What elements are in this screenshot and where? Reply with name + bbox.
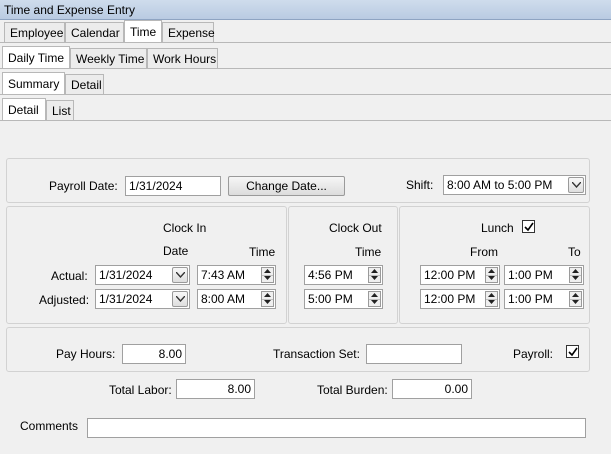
comments-label: Comments bbox=[20, 419, 79, 433]
adjusted-clock-in-time[interactable]: 8:00 AM bbox=[197, 289, 276, 309]
clock-in-title: Clock In bbox=[163, 221, 207, 235]
time-spinner[interactable] bbox=[261, 291, 274, 307]
chevron-down-icon[interactable] bbox=[172, 291, 188, 307]
checkmark-icon bbox=[568, 347, 578, 357]
time-spinner[interactable] bbox=[368, 267, 381, 283]
spin-down-icon[interactable] bbox=[369, 299, 380, 306]
actual-clock-out-time[interactable]: 4:56 PM bbox=[304, 265, 383, 285]
actual-clock-out-time-value: 4:56 PM bbox=[308, 268, 353, 282]
date-header: Date bbox=[163, 244, 189, 258]
pay-hours-field[interactable]: 8.00 bbox=[122, 344, 186, 364]
transaction-set-label: Transaction Set: bbox=[273, 347, 360, 361]
total-labor-field[interactable]: 8.00 bbox=[176, 379, 255, 399]
tab-expense[interactable]: Expense bbox=[162, 22, 215, 42]
tab-weekly-time[interactable]: Weekly Time bbox=[70, 48, 147, 68]
tab-summary[interactable]: Summary bbox=[2, 72, 65, 94]
tab-employee[interactable]: Employee bbox=[4, 22, 65, 42]
tab-list[interactable]: List bbox=[46, 100, 74, 120]
actual-clock-in-time-value: 7:43 AM bbox=[201, 268, 246, 282]
adjusted-clock-out-time-value: 5:00 PM bbox=[308, 292, 353, 306]
tab-detail-sub[interactable]: Detail bbox=[2, 98, 46, 120]
checkmark-icon bbox=[524, 222, 534, 232]
spin-down-icon[interactable] bbox=[486, 299, 497, 306]
spin-down-icon[interactable] bbox=[262, 299, 273, 306]
actual-clock-in-date-value: 1/31/2024 bbox=[99, 268, 153, 282]
total-labor-label: Total Labor: bbox=[109, 383, 172, 397]
total-burden-field[interactable]: 0.00 bbox=[392, 379, 472, 399]
actual-lunch-to-value: 1:00 PM bbox=[508, 268, 553, 282]
payroll-date-field[interactable]: 1/31/2024 bbox=[125, 176, 221, 196]
adjusted-lunch-from-value: 12:00 PM bbox=[424, 292, 476, 306]
lunch-to-header: To bbox=[568, 245, 581, 259]
spin-down-icon[interactable] bbox=[262, 275, 273, 282]
actual-clock-in-date[interactable]: 1/31/2024 bbox=[95, 265, 190, 285]
shift-select[interactable]: 8:00 AM to 5:00 PM bbox=[443, 175, 586, 195]
lunch-checkbox[interactable] bbox=[522, 220, 535, 233]
adjusted-label: Adjusted: bbox=[39, 293, 90, 307]
spin-down-icon[interactable] bbox=[486, 275, 497, 282]
adjusted-lunch-to-value: 1:00 PM bbox=[508, 292, 553, 306]
lunch-title: Lunch bbox=[481, 221, 514, 235]
actual-clock-in-time[interactable]: 7:43 AM bbox=[197, 265, 276, 285]
time-spinner[interactable] bbox=[368, 291, 381, 307]
tab-calendar[interactable]: Calendar bbox=[65, 22, 124, 42]
comments-field[interactable] bbox=[87, 418, 586, 438]
adjusted-clock-out-time[interactable]: 5:00 PM bbox=[304, 289, 383, 309]
spin-down-icon[interactable] bbox=[570, 299, 581, 306]
window-title: Time and Expense Entry bbox=[4, 3, 135, 17]
change-date-button[interactable]: Change Date... bbox=[228, 176, 345, 196]
time-spinner[interactable] bbox=[261, 267, 274, 283]
tab-detail[interactable]: Detail bbox=[65, 74, 104, 94]
time-spinner[interactable] bbox=[569, 291, 582, 307]
tab-time[interactable]: Time bbox=[124, 20, 162, 42]
payroll-date-label: Payroll Date: bbox=[49, 179, 118, 193]
actual-lunch-to[interactable]: 1:00 PM bbox=[504, 265, 584, 285]
time-spinner[interactable] bbox=[485, 267, 498, 283]
time-header: Time bbox=[249, 245, 276, 259]
actual-lunch-from-value: 12:00 PM bbox=[424, 268, 476, 282]
spin-down-icon[interactable] bbox=[369, 275, 380, 282]
shift-label: Shift: bbox=[406, 178, 434, 192]
actual-label: Actual: bbox=[51, 269, 88, 283]
tab-strip-line bbox=[0, 120, 611, 121]
lunch-from-header: From bbox=[470, 245, 498, 259]
total-burden-label: Total Burden: bbox=[317, 383, 388, 397]
chevron-down-icon[interactable] bbox=[568, 177, 584, 193]
chevron-down-icon[interactable] bbox=[172, 267, 188, 283]
tab-daily-time[interactable]: Daily Time bbox=[2, 46, 70, 68]
tab-work-hours[interactable]: Work Hours bbox=[147, 48, 218, 68]
payroll-label: Payroll: bbox=[513, 347, 554, 361]
shift-value: 8:00 AM to 5:00 PM bbox=[447, 178, 553, 192]
title-bar: Time and Expense Entry bbox=[0, 0, 611, 20]
time-spinner[interactable] bbox=[485, 291, 498, 307]
time-spinner[interactable] bbox=[569, 267, 582, 283]
clock-out-title: Clock Out bbox=[329, 221, 382, 235]
actual-lunch-from[interactable]: 12:00 PM bbox=[420, 265, 500, 285]
payroll-checkbox[interactable] bbox=[566, 345, 579, 358]
adjusted-lunch-from[interactable]: 12:00 PM bbox=[420, 289, 500, 309]
adjusted-clock-in-date[interactable]: 1/31/2024 bbox=[95, 289, 190, 309]
clock-out-time-header: Time bbox=[355, 245, 382, 259]
transaction-set-field[interactable] bbox=[366, 344, 462, 364]
spin-down-icon[interactable] bbox=[570, 275, 581, 282]
pay-hours-label: Pay Hours: bbox=[56, 347, 116, 361]
adjusted-clock-in-date-value: 1/31/2024 bbox=[99, 292, 153, 306]
adjusted-lunch-to[interactable]: 1:00 PM bbox=[504, 289, 584, 309]
adjusted-clock-in-time-value: 8:00 AM bbox=[201, 292, 246, 306]
